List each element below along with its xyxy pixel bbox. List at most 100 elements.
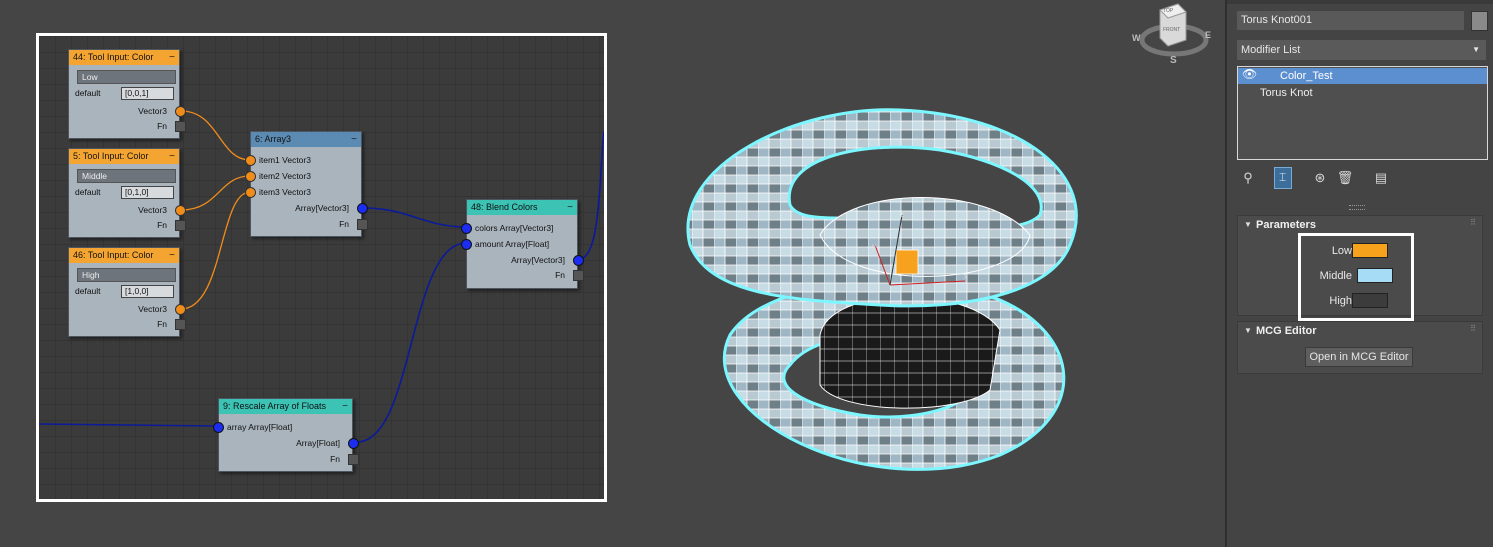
wire-middle-to-item2 [180,175,251,211]
object-color-swatch[interactable] [1471,11,1488,31]
wire-low-to-item1 [180,110,251,161]
stack-item-color-test[interactable]: 👁 Color_Test [1238,67,1487,84]
compass-east[interactable]: E [1205,30,1211,40]
input-port[interactable] [245,187,256,198]
fn-port[interactable] [175,220,186,231]
default-label: default [75,286,101,296]
viewcube-front-label: FRONT [1163,27,1181,33]
high-label: High [1329,295,1352,307]
show-end-result-icon: ⌶ [1279,170,1287,184]
default-label: default [75,88,101,98]
input-label: array Array[Float] [227,422,293,432]
node-tool-input-middle[interactable]: 5: Tool Input: Color − Middle default [0,… [68,148,186,238]
object-name-field[interactable]: Torus Knot001 [1237,11,1464,30]
viewport[interactable]: TOP FRONT W E S x y z [610,0,1222,547]
minimize-icon[interactable]: − [567,200,573,215]
viewcube[interactable]: TOP FRONT W E S [1130,0,1211,70]
node-rescale-array[interactable]: 9: Rescale Array of Floats − array Array[… [213,398,359,472]
torus-knot-mesh[interactable] [670,85,1090,485]
minimize-icon[interactable]: − [342,399,348,414]
output-label: Vector3 [138,106,167,116]
modifier-list-dropdown[interactable]: Modifier List ▼ [1237,40,1486,60]
parameters-title[interactable]: Parameters [1256,219,1316,231]
modifier-list-label: Modifier List [1241,44,1301,56]
wire-rescale-to-amount [356,242,467,443]
node-header[interactable]: 46: Tool Input: Color − [69,248,179,263]
modifier-stack[interactable]: 👁 Color_Test Torus Knot [1237,66,1488,160]
fn-port[interactable] [357,219,368,230]
input-label: item1 Vector3 [259,155,311,165]
input-port[interactable] [213,422,224,433]
output-port[interactable] [573,255,584,266]
output-label: Vector3 [138,304,167,314]
fn-label: Fn [555,270,565,280]
default-value-field[interactable]: [0,0,1] [121,87,174,100]
viewcube-top-label: TOP [1163,8,1174,14]
make-unique-icon[interactable]: ⊛ [1311,169,1329,187]
input-port[interactable] [461,223,472,234]
output-port[interactable] [175,106,186,117]
mcg-graph-canvas[interactable]: 44: Tool Input: Color − Low default [0,0,… [36,33,607,502]
minimize-icon[interactable]: − [351,132,357,147]
compass-south[interactable]: S [1170,55,1177,66]
input-port[interactable] [245,155,256,166]
wire-in-to-rescale [39,423,217,427]
fn-port[interactable] [573,270,584,281]
stack-item-label: Color_Test [1280,70,1333,82]
compass-west[interactable]: W [1132,33,1141,43]
node-array3[interactable]: 6: Array3 − item1 Vector3 item2 Vector3 i… [245,131,368,237]
minimize-icon[interactable]: − [169,149,175,164]
node-blend-colors[interactable]: 48: Blend Colors − colors Array[Vector3] … [461,199,584,289]
default-label: default [75,187,101,197]
output-label: Array[Vector3] [295,203,349,213]
input-port[interactable] [245,171,256,182]
fn-port[interactable] [175,121,186,132]
configure-sets-icon[interactable]: ▤ [1372,169,1390,187]
middle-color-swatch[interactable] [1357,268,1393,283]
node-tool-input-low[interactable]: 44: Tool Input: Color − Low default [0,0,… [68,49,186,139]
node-title: 9: Rescale Array of Floats [223,401,327,411]
output-port[interactable] [348,438,359,449]
node-header[interactable]: 5: Tool Input: Color − [69,149,179,164]
node-title: 5: Tool Input: Color [73,151,149,161]
mcg-editor-title[interactable]: MCG Editor [1256,325,1317,337]
fn-port[interactable] [175,319,186,330]
node-header[interactable]: 48: Blend Colors − [467,200,577,215]
input-port[interactable] [461,239,472,250]
node-tool-input-high[interactable]: 46: Tool Input: Color − High default [1,0… [68,247,186,337]
stack-item-torus-knot[interactable]: Torus Knot [1238,85,1487,101]
panel-top-strip [1227,0,1493,4]
node-title: 48: Blend Colors [471,202,538,212]
node-header[interactable]: 6: Array3 − [251,132,361,147]
input-label: colors Array[Vector3] [475,223,554,233]
input-label: item3 Vector3 [259,187,311,197]
node-title: 44: Tool Input: Color [73,52,154,62]
show-end-result-button[interactable]: ⌶ [1274,167,1292,189]
minimize-icon[interactable]: − [169,248,175,263]
rollout-grip-icon: ⠿ [1470,218,1476,227]
open-in-mcg-editor-button[interactable]: Open in MCG Editor [1305,347,1413,367]
output-port[interactable] [175,304,186,315]
node-header[interactable]: 44: Tool Input: Color − [69,50,179,65]
panel-divider-grip[interactable] [1349,205,1365,210]
low-color-swatch[interactable] [1352,243,1388,258]
minimize-icon[interactable]: − [169,50,175,65]
default-value-field[interactable]: [1,0,0] [121,285,174,298]
node-text-field[interactable]: Middle [77,169,176,183]
collapse-triangle-icon[interactable]: ▼ [1244,220,1252,229]
eye-icon[interactable]: 👁 [1242,67,1257,81]
fn-port[interactable] [348,454,359,465]
node-text-field[interactable]: High [77,268,176,282]
pin-stack-icon[interactable]: ⚲ [1239,169,1257,187]
node-header[interactable]: 9: Rescale Array of Floats − [219,399,352,414]
output-label: Array[Vector3] [511,255,565,265]
default-value-field[interactable]: [0,1,0] [121,186,174,199]
output-label: Vector3 [138,205,167,215]
gizmo-z-label: z [900,210,904,219]
output-port[interactable] [357,203,368,214]
high-color-swatch[interactable] [1352,293,1388,308]
trash-icon[interactable]: 🗑 [1336,169,1354,187]
collapse-triangle-icon[interactable]: ▼ [1244,326,1252,335]
node-text-field[interactable]: Low [77,70,176,84]
output-port[interactable] [175,205,186,216]
